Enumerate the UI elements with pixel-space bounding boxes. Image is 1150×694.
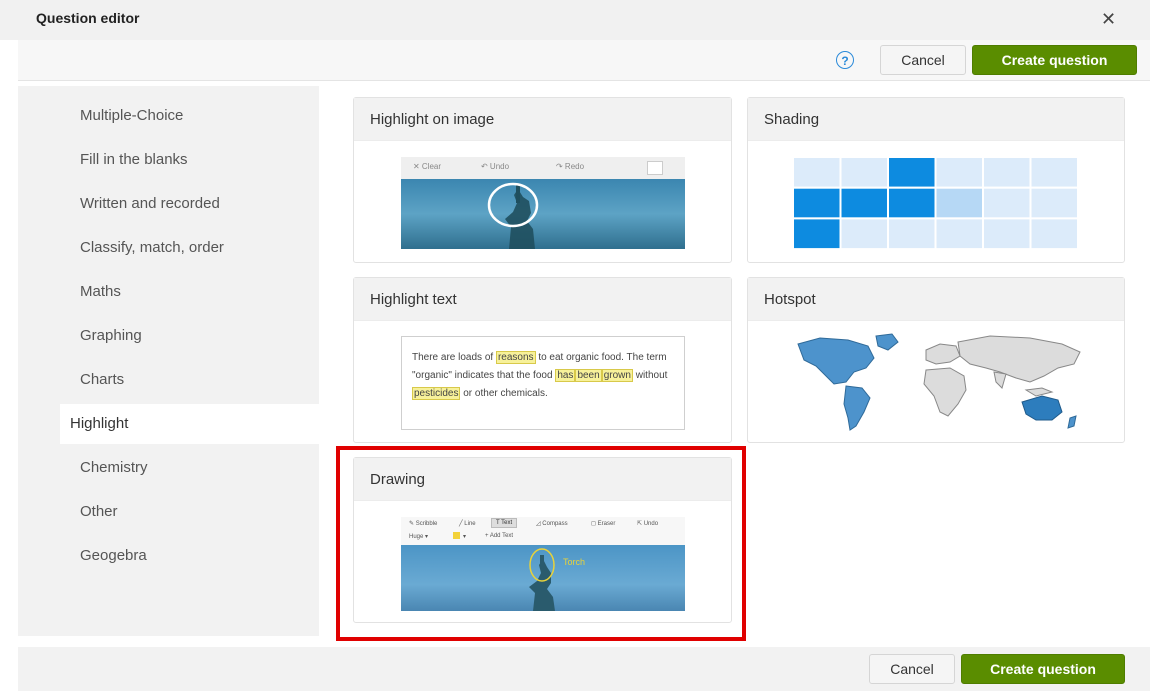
text-fragment: or other chemicals. <box>463 388 548 399</box>
sidebar-item-graphing[interactable]: Graphing <box>80 327 142 344</box>
card-hotspot[interactable]: Hotspot <box>747 277 1125 443</box>
sidebar-item-geogebra[interactable]: Geogebra <box>80 547 147 564</box>
cancel-button-bottom[interactable]: Cancel <box>869 654 955 684</box>
close-icon[interactable]: ✕ <box>1101 9 1116 30</box>
category-sidebar <box>18 86 319 636</box>
card-header: Highlight on image <box>354 98 731 141</box>
statue-of-liberty-image <box>487 182 539 249</box>
create-question-button-bottom[interactable]: Create question <box>961 654 1125 684</box>
card-shading[interactable]: Shading <box>747 97 1125 263</box>
sidebar-item-written-and-recorded[interactable]: Written and recorded <box>80 195 220 212</box>
sidebar-item-charts[interactable]: Charts <box>80 371 124 388</box>
sidebar-item-fill-in-the-blanks[interactable]: Fill in the blanks <box>80 151 188 168</box>
highlight-on-image-thumbnail: ✕ Clear ↶ Undo ↷ Redo <box>401 157 685 249</box>
highlighted-word: reasons <box>495 351 536 364</box>
sidebar-item-highlight[interactable]: Highlight <box>60 404 319 444</box>
sidebar-item-other[interactable]: Other <box>80 503 118 520</box>
sidebar-item-label: Highlight <box>70 415 129 432</box>
text-fragment: without <box>635 370 668 381</box>
world-map-thumbnail <box>797 333 1081 431</box>
card-title: Highlight on image <box>370 111 495 128</box>
card-highlight-text[interactable]: Highlight text There are loads of reason… <box>353 277 732 443</box>
modal-title: Question editor <box>36 10 140 26</box>
sidebar-item-chemistry[interactable]: Chemistry <box>80 459 148 476</box>
highlighted-word: pesticides <box>412 387 461 400</box>
drawing-label-torch: Torch <box>563 557 586 567</box>
card-highlight-on-image[interactable]: Highlight on image ✕ Clear ↶ Undo ↷ Redo <box>353 97 732 263</box>
statue-of-liberty-image <box>529 548 555 611</box>
card-header: Drawing <box>354 458 731 501</box>
sidebar-item-classify-match-order[interactable]: Classify, match, order <box>80 239 224 256</box>
modal-header: Question editor ✕ <box>0 0 1150 40</box>
sidebar-item-multiple-choice[interactable]: Multiple-Choice <box>80 107 183 124</box>
highlighted-word: has <box>555 369 576 382</box>
cancel-button-top[interactable]: Cancel <box>880 45 966 75</box>
card-title: Hotspot <box>764 291 816 308</box>
card-drawing[interactable]: Drawing ✎ Scribble ╱ Line T Text ◿ Compa… <box>353 457 732 623</box>
highlight-text-thumbnail: There are loads of reasons to eat organi… <box>401 336 685 430</box>
card-title: Drawing <box>370 471 426 488</box>
sidebar-item-maths[interactable]: Maths <box>80 283 121 300</box>
card-header: Highlight text <box>354 278 731 321</box>
text-fragment: There are loads of <box>412 352 494 363</box>
help-icon[interactable]: ? <box>836 51 854 69</box>
drawing-thumbnail: ✎ Scribble ╱ Line T Text ◿ Compass ◻ Era… <box>401 517 685 611</box>
card-title: Highlight text <box>370 291 457 308</box>
card-header: Shading <box>748 98 1124 141</box>
card-title: Shading <box>764 111 820 128</box>
card-header: Hotspot <box>748 278 1124 321</box>
highlighted-word: been <box>575 369 602 382</box>
shading-grid-thumbnail <box>793 157 1078 249</box>
create-question-button-top[interactable]: Create question <box>972 45 1137 75</box>
highlighted-word: grown <box>601 369 633 382</box>
question-editor-modal: Question editor ✕ ? Cancel Create questi… <box>0 0 1150 694</box>
